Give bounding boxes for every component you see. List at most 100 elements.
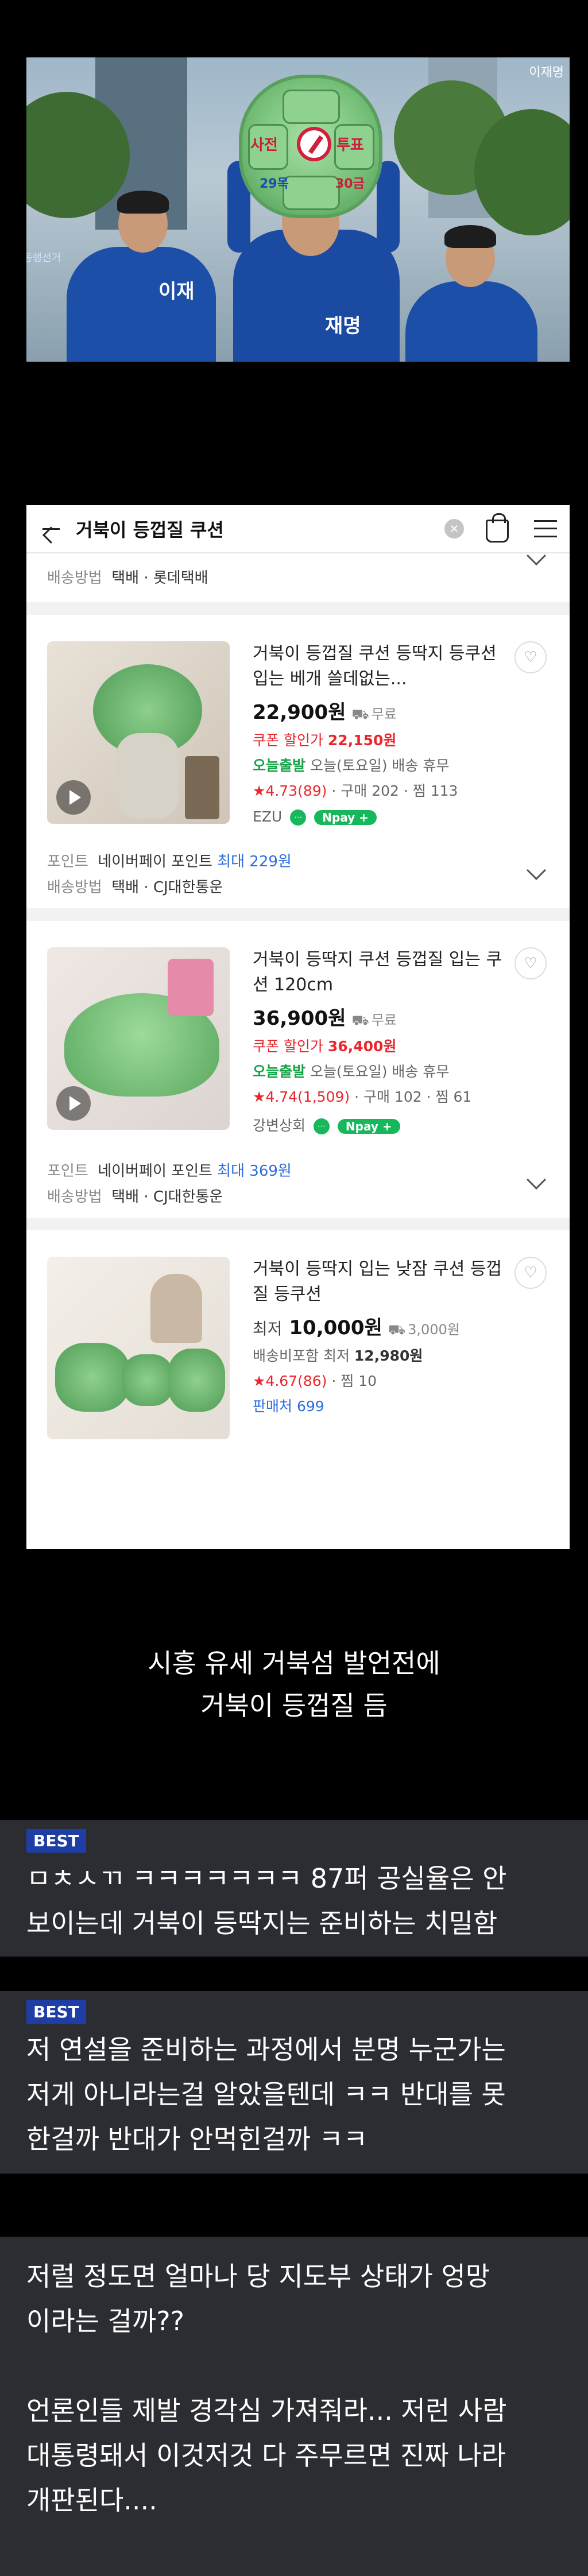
seller-name[interactable]: 강변상회 (253, 1117, 305, 1134)
comment-item: BEST ㅁㅊㅅㄲ ㅋㅋㅋㅋㅋㅋㅋ 87퍼 공실율은 안 보이는데 거북이 등딱… (0, 1820, 588, 1957)
shell-word: 사전 (250, 137, 278, 154)
rating: ★4.74(1,509) (253, 1088, 350, 1105)
product-info: 거북이 등딱지 입는 낮잠 쿠션 등껍질 등쿠션 최저 10,000원 ⛟ 3,00… (253, 1257, 549, 1439)
seller-row: 강변상회 ⋯ Npay + (253, 1114, 503, 1135)
supporter-right-hair (444, 225, 496, 248)
turtle-shell-cushion: 사전 투표 29목 30금 (239, 75, 382, 218)
product-name[interactable]: 거북이 등껍질 쿠션 등딱지 등쿠션 입는 베개 쓸데없는... (253, 641, 503, 692)
meta-value: 택배 · 롯데택배 (111, 570, 208, 587)
caption-line: 거북이 등껍질 듬 (200, 1690, 388, 1721)
caption-line: 시흥 유세 거북섬 발언전에 (148, 1648, 440, 1679)
shipping-included-row: 배송비포함 최저 12,980원 (253, 1345, 503, 1365)
talk-icon[interactable]: ⋯ (290, 809, 307, 826)
comment-item: BEST 저 연설을 준비하는 과정에서 분명 누군가는 저게 아니라는걸 알았… (0, 1991, 588, 2174)
clear-search-icon[interactable]: ✕ (444, 519, 464, 539)
jacket-text-left: 이재 (158, 280, 195, 303)
product-price-row: 22,900원 ⛟ 무료 (253, 696, 503, 725)
comment-line: 보이는데 거북이 등딱지는 준비하는 치밀함 (26, 1908, 498, 1939)
purchase-stats: · 구매 102 · 찜 61 (354, 1088, 472, 1105)
coupon-price: 36,400원 (327, 1038, 397, 1055)
product-info: 거북이 등딱지 쿠션 등껍질 입는 쿠션 120cm 36,900원 ⛟ 무료 쿠폰… (253, 947, 549, 1135)
seller-count[interactable]: 판매처 699 (253, 1395, 503, 1416)
point-label: 포인트 (47, 1163, 88, 1180)
comment-line: 한걸까 반대가 안먹힌걸까 ㅋㅋ (26, 2124, 368, 2155)
hamburger-menu-icon[interactable] (534, 520, 557, 537)
back-arrow-icon[interactable] (39, 517, 62, 540)
npay-badge: Npay + (314, 810, 377, 825)
point-text: 네이버페이 포인트 (98, 853, 212, 870)
product-thumbnail[interactable] (47, 947, 230, 1130)
product-card[interactable]: 거북이 등껍질 쿠션 등딱지 등쿠션 입는 베개 쓸데없는... 22,900원… (26, 615, 570, 840)
comment-line: 언론인들 제발 경각심 가져줘라... 저런 사람 (26, 2395, 507, 2426)
product-card[interactable]: 거북이 등딱지 입는 낮잠 쿠션 등껍질 등쿠션 최저 10,000원 ⛟ 3,00… (26, 1230, 570, 1454)
truck-icon: ⛟ (388, 1322, 406, 1338)
point-label: 포인트 (47, 853, 88, 870)
supporter-right (405, 281, 537, 362)
side-text: 동행선거 (26, 252, 61, 264)
wishlist-heart-icon[interactable]: ♡ (514, 947, 547, 979)
product-thumbnail[interactable] (47, 1257, 230, 1439)
meta-label: 배송방법 (47, 570, 102, 587)
rating: ★4.67(86) (253, 1373, 327, 1389)
seller-name[interactable]: EZU (253, 808, 282, 825)
product-point-block: 포인트 네이버페이 포인트 최대 369원 배송방법 택배 · CJ대한통운 (26, 1150, 570, 1218)
section-divider (26, 1218, 570, 1230)
product-box (168, 959, 214, 1016)
shipping-method-row: 배송방법 택배 · 롯데택배 (26, 564, 570, 590)
turtle-shell-image (168, 1349, 225, 1412)
turtle-shell-image (122, 1354, 173, 1406)
rating-row: ★4.73(89) · 구매 202 · 찜 113 (253, 780, 503, 800)
product-price-row: 최저 10,000원 ⛟ 3,000원 (253, 1312, 503, 1340)
talk-icon[interactable]: ⋯ (313, 1118, 330, 1134)
shipping-fee: 3,000원 (408, 1322, 460, 1338)
shipping-method-row: 배송방법 택배 · CJ대한통운 (26, 873, 570, 899)
point-row: 포인트 네이버페이 포인트 최대 369원 (26, 1157, 570, 1183)
point-row: 포인트 네이버페이 포인트 최대 229원 (26, 847, 570, 873)
section-divider (26, 908, 570, 921)
point-text: 네이버페이 포인트 (98, 1163, 212, 1180)
comment-line: 개판된다.... (26, 2485, 157, 2516)
truck-icon: ⛟ (351, 1012, 369, 1028)
product-price-row: 36,900원 ⛟ 무료 (253, 1002, 503, 1031)
comment-line: 대통령돼서 이것저것 다 주무르면 진짜 나라 (26, 2440, 506, 2471)
product-name[interactable]: 거북이 등딱지 입는 낮잠 쿠션 등껍질 등쿠션 (253, 1257, 503, 1307)
shipping-included-price: 12,980원 (354, 1347, 423, 1364)
wishlist-heart-icon[interactable]: ♡ (514, 641, 547, 673)
model-figure (116, 733, 179, 819)
product-thumbnail[interactable] (47, 641, 230, 824)
shipping-fee: 무료 (371, 706, 397, 722)
meta-label: 배송방법 (47, 1188, 102, 1206)
wishlist-heart-icon[interactable]: ♡ (514, 1257, 547, 1289)
product-card[interactable]: 거북이 등딱지 쿠션 등껍질 입는 쿠션 120cm 36,900원 ⛟ 무료 쿠폰… (26, 921, 570, 1150)
play-video-icon[interactable] (56, 1086, 91, 1121)
product-point-block: 포인트 네이버페이 포인트 최대 229원 배송방법 택배 · CJ대한통운 (26, 840, 570, 908)
shopping-screenshot: 거북이 등껍질 쿠션 ✕ 배송방법 택배 · 롯데택배 거북이 등껍질 쿠션 등… (26, 505, 570, 1549)
meta-value: 택배 · CJ대한통운 (111, 1188, 223, 1206)
purchase-stats: · 찜 10 (331, 1373, 377, 1389)
shell-word: 29목 (260, 177, 289, 191)
meta-value: 택배 · CJ대한통운 (111, 879, 223, 896)
comment-item: 저럴 정도면 얼마나 당 지도부 상태가 엉망 이라는 걸까?? 언론인들 제발… (0, 2237, 588, 2576)
purchase-stats: · 구매 202 · 찜 113 (331, 783, 458, 799)
product-info: 거북이 등껍질 쿠션 등딱지 등쿠션 입는 베개 쓸데없는... 22,900원… (253, 641, 549, 826)
play-video-icon[interactable] (56, 780, 91, 815)
product-price: 36,900원 (253, 1007, 346, 1030)
shell-plate (283, 176, 340, 210)
shell-plate (283, 90, 340, 124)
price-prefix: 최저 (253, 1319, 283, 1338)
shipping-included-label: 배송비포함 최저 (253, 1347, 350, 1364)
delivery-text: 오늘(토요일) 배송 휴무 (310, 757, 450, 774)
model-figure (150, 1274, 202, 1343)
comment-line: 이라는 걸까?? (26, 2306, 185, 2337)
shell-word: 30금 (335, 177, 365, 191)
shipping-method-row: 배송방법 택배 · CJ대한통운 (26, 1183, 570, 1208)
section-divider (26, 602, 570, 615)
comment-line: 저 연설을 준비하는 과정에서 분명 누군가는 (26, 2034, 506, 2065)
product-name[interactable]: 거북이 등딱지 쿠션 등껍질 입는 쿠션 120cm (253, 947, 503, 998)
search-query[interactable]: 거북이 등껍질 쿠션 (76, 516, 444, 542)
best-badge: BEST (26, 1829, 86, 1853)
comment-line: 저럴 정도면 얼마나 당 지도부 상태가 엉망 (26, 2261, 490, 2292)
shopping-bag-icon[interactable] (486, 513, 509, 543)
campaign-photo: 이재 재명 사전 투표 29목 30금 동행선거 이재명 (26, 57, 570, 362)
comment-line: 저게 아니라는걸 알았을텐데 ㅋㅋ 반대를 못 (26, 2079, 506, 2110)
